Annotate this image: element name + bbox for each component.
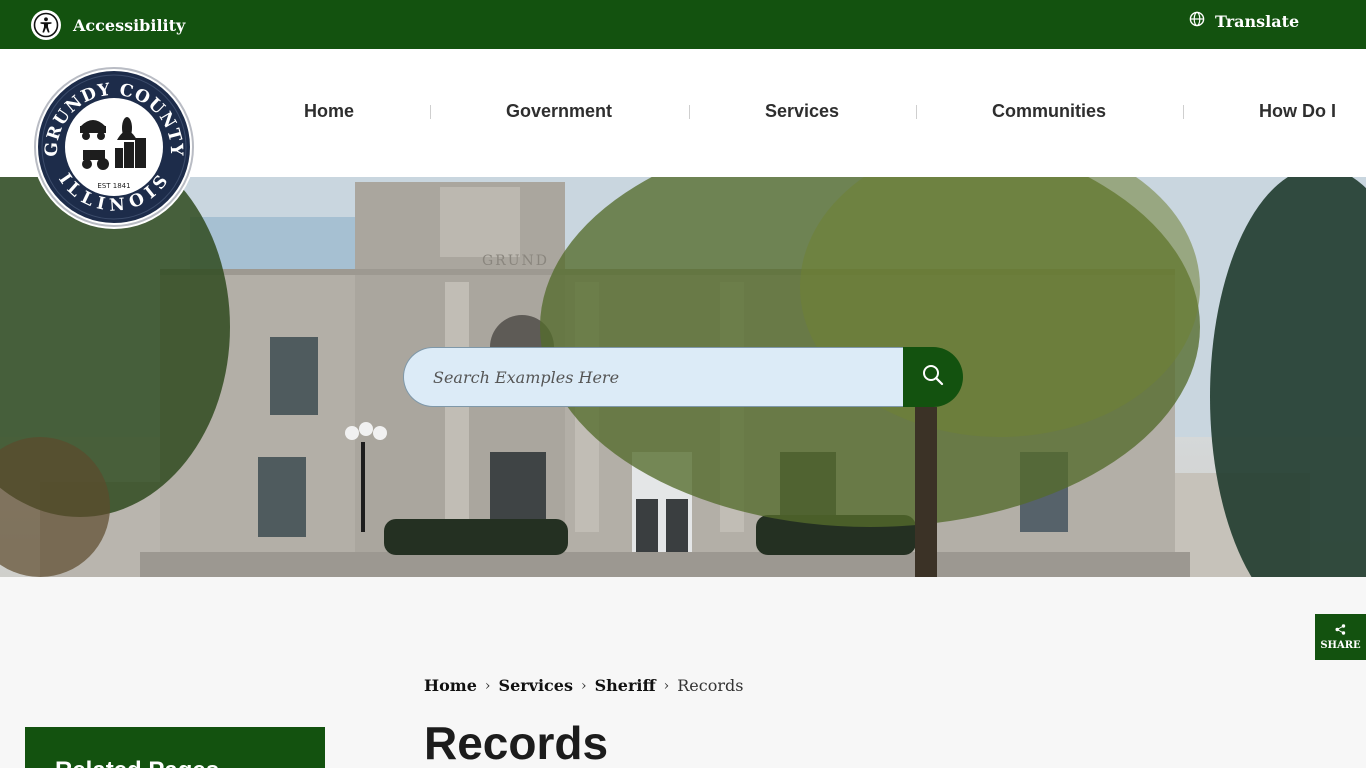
building-inscription: GRUND: [482, 253, 549, 269]
related-pages-title: Related Pages: [55, 757, 219, 768]
seal-est-text: EST 1841: [97, 182, 130, 190]
breadcrumb-current: Records: [677, 676, 744, 695]
top-utility-bar: Accessibility Translate: [0, 0, 1366, 49]
globe-icon: [1189, 11, 1205, 32]
nav-item-home[interactable]: Home: [304, 101, 354, 122]
nav-divider: [430, 105, 431, 119]
breadcrumb-separator: ›: [484, 677, 491, 694]
related-pages-panel: Related Pages: [25, 727, 325, 768]
search-input[interactable]: [403, 347, 913, 407]
breadcrumb-separator: ›: [580, 677, 587, 694]
accessibility-icon: [31, 10, 61, 40]
breadcrumb-services[interactable]: Services: [499, 676, 573, 695]
nav-item-how-do-i[interactable]: How Do I: [1259, 101, 1336, 122]
main-navigation: Home Government Services Communities How…: [0, 49, 1366, 177]
site-search: [403, 347, 963, 407]
breadcrumb-home[interactable]: Home: [424, 676, 477, 695]
breadcrumb: Home › Services › Sheriff › Records: [424, 676, 743, 695]
share-button[interactable]: SHARE: [1315, 614, 1366, 660]
nav-divider: [1183, 105, 1184, 119]
accessibility-button[interactable]: Accessibility: [31, 10, 185, 40]
search-icon: [922, 364, 944, 391]
nav-divider: [916, 105, 917, 119]
nav-item-services[interactable]: Services: [765, 101, 839, 122]
site-header: Home Government Services Communities How…: [0, 49, 1366, 177]
nav-divider: [689, 105, 690, 119]
county-seal-logo[interactable]: GRUNDY COUNTY ILLINOIS EST 1841: [31, 64, 197, 230]
page-title: Records: [424, 717, 609, 768]
share-label: SHARE: [1320, 640, 1361, 651]
nav-item-communities[interactable]: Communities: [992, 101, 1106, 122]
nav-item-government[interactable]: Government: [506, 101, 612, 122]
breadcrumb-separator: ›: [663, 677, 670, 694]
search-button[interactable]: [903, 347, 963, 407]
accessibility-label: Accessibility: [73, 15, 186, 35]
translate-label: Translate: [1215, 12, 1300, 31]
breadcrumb-sheriff[interactable]: Sheriff: [595, 676, 656, 695]
translate-button[interactable]: Translate: [1189, 11, 1299, 32]
share-icon: [1335, 622, 1346, 640]
